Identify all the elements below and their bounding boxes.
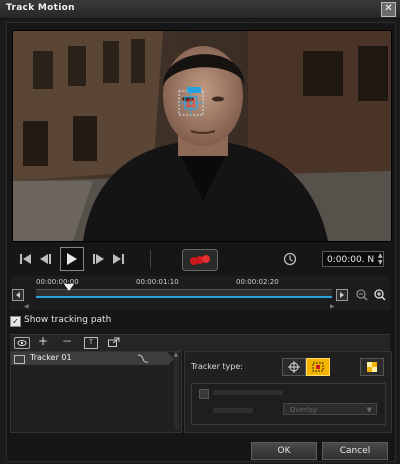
close-icon: ✕: [384, 3, 393, 14]
timeline-track[interactable]: [36, 289, 332, 296]
tracker-type-point-button[interactable]: [282, 358, 306, 376]
tracker-name: Tracker 01: [30, 353, 72, 362]
show-tracking-path-label: Show tracking path: [24, 315, 112, 325]
zoom-in-icon: [374, 289, 386, 301]
tracker-path-icon: [137, 353, 149, 366]
minus-icon: −: [62, 334, 73, 348]
playhead-icon: [64, 284, 74, 291]
record-dots-icon: [190, 255, 210, 265]
dropdown-value: Overlay: [290, 406, 318, 414]
timeline-start-marker[interactable]: [12, 289, 24, 301]
bracket-left-icon: [16, 292, 20, 298]
tracker-type-multi-button[interactable]: [360, 358, 384, 376]
overlay-dropdown: Overlay ▼: [283, 403, 377, 415]
disabled-label: [213, 390, 283, 395]
timecode-field[interactable]: 0:00:00. N: [322, 251, 384, 267]
crosshair-icon: [288, 361, 300, 373]
tracker-view-button[interactable]: [14, 337, 30, 349]
zoom-out-button[interactable]: [356, 289, 368, 304]
export-tracker-button[interactable]: [108, 337, 120, 350]
close-button[interactable]: ✕: [381, 2, 396, 17]
skip-end-icon: [113, 254, 124, 264]
scroll-left-arrow[interactable]: ◀: [24, 303, 29, 310]
tracker-visibility-icon[interactable]: [14, 355, 25, 364]
add-tracker-button[interactable]: +: [38, 335, 48, 347]
step-forward-icon: [93, 254, 104, 264]
tick-label: 00:00:01:10: [136, 278, 179, 286]
zoom-out-icon: [356, 289, 368, 301]
area-tracker-icon: [312, 362, 324, 372]
export-icon: [108, 337, 120, 347]
tracker-type-area-button[interactable]: [306, 358, 330, 376]
ok-button[interactable]: OK: [251, 442, 317, 460]
next-frame-button[interactable]: [91, 251, 107, 267]
checker-icon: [367, 362, 377, 372]
play-icon: [67, 253, 77, 265]
play-button[interactable]: [60, 247, 84, 271]
tracker-type-label: Tracker type:: [191, 362, 243, 371]
video-preview[interactable]: [12, 30, 392, 242]
go-to-end-button[interactable]: [111, 251, 127, 267]
timeline-ruler: 00:00:00:00 00:00:01:10 00:00:02:20: [36, 276, 336, 288]
tracked-range-bar: [36, 296, 332, 298]
list-splitter[interactable]: ▲: [174, 352, 179, 430]
plus-icon: +: [38, 334, 49, 348]
window-title: Track Motion: [6, 3, 75, 13]
zoom-in-button[interactable]: [374, 289, 386, 304]
timeline-end-marker[interactable]: [336, 289, 348, 301]
track-motion-button[interactable]: [182, 249, 218, 271]
previous-frame-button[interactable]: [38, 251, 54, 267]
step-back-icon: [40, 254, 51, 264]
splitter-up-arrow: ▲: [174, 352, 178, 358]
playhead[interactable]: [64, 284, 74, 297]
disabled-label: [213, 408, 253, 413]
tick-label: 00:00:02:20: [236, 278, 279, 286]
eye-icon: [17, 340, 27, 346]
checkmark-icon: ✓: [12, 317, 19, 326]
selected-arrow: [167, 352, 174, 366]
scroll-right-arrow[interactable]: ▶: [330, 303, 335, 310]
show-tracking-path-checkbox[interactable]: ✓: [10, 316, 21, 327]
chevron-down-icon: ▼: [366, 406, 372, 414]
disabled-checkbox: [199, 389, 209, 399]
bracket-right-icon: [340, 292, 344, 298]
rename-tracker-button[interactable]: T: [84, 337, 98, 349]
go-to-start-button[interactable]: [18, 251, 34, 267]
history-icon[interactable]: [283, 252, 297, 269]
text-icon: T: [89, 339, 93, 346]
divider: [150, 250, 151, 268]
video-frame-image: [13, 31, 391, 241]
cancel-button[interactable]: Cancel: [322, 442, 388, 460]
skip-start-icon: [20, 254, 31, 264]
timecode-spinner[interactable]: ▲ ▼: [378, 252, 384, 266]
remove-tracker-button[interactable]: −: [62, 335, 72, 347]
